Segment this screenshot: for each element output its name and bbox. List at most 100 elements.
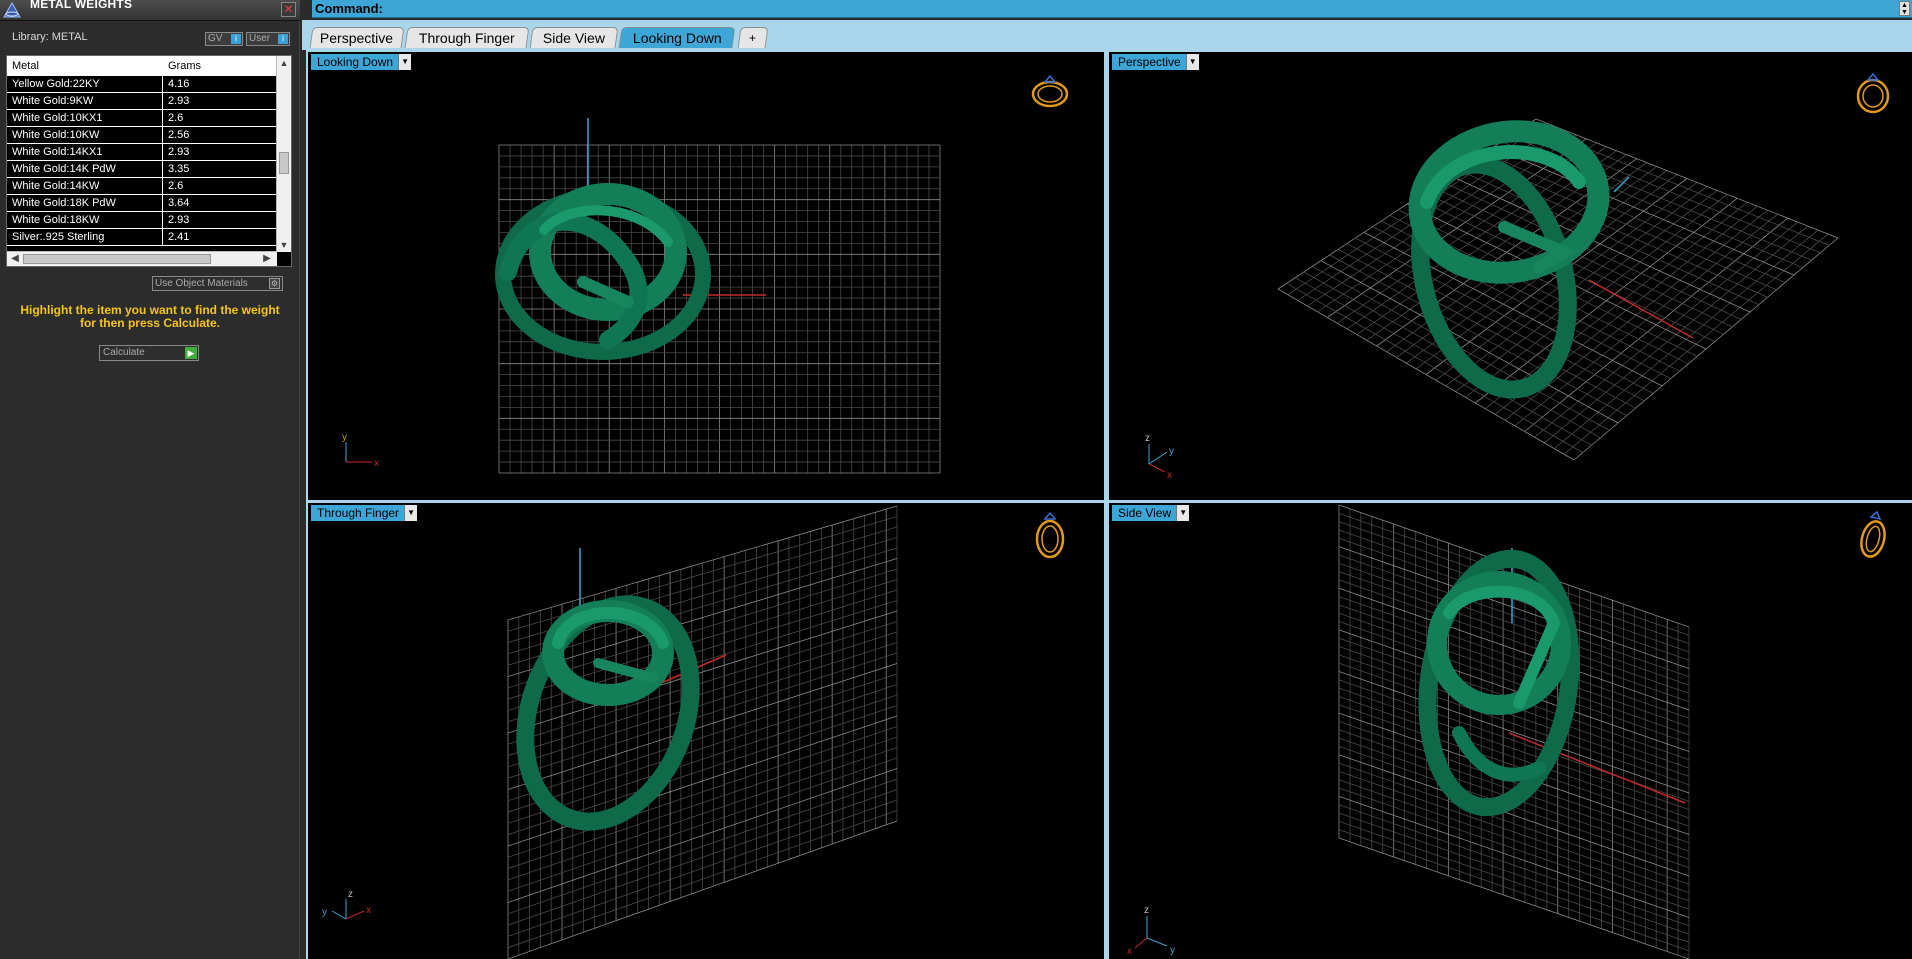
- viewport-looking-down[interactable]: Looking Down ▼ y x: [308, 52, 1104, 500]
- axis-label-x: x: [374, 458, 379, 469]
- scrollbar-thumb[interactable]: [23, 254, 211, 264]
- metal-name: White Gold:10KX1: [12, 112, 103, 124]
- table-row[interactable]: White Gold:10KX1 2.6: [7, 110, 277, 127]
- instruction-text: Highlight the item you want to find the …: [20, 303, 280, 330]
- axis-triad: z x y: [1127, 905, 1175, 957]
- viewport-label[interactable]: Perspective ▼: [1112, 54, 1199, 70]
- gv-button-label: GV: [208, 33, 223, 44]
- table-header: Metal Grams: [7, 56, 277, 76]
- viewport-perspective[interactable]: Perspective ▼ z y x: [1109, 52, 1912, 500]
- vertical-scrollbar[interactable]: ▲ ▼: [276, 56, 291, 252]
- metal-grams: 4.16: [168, 78, 190, 90]
- column-divider: [162, 76, 163, 93]
- use-object-materials-toggle[interactable]: Use Object Materials ⚙: [152, 276, 283, 291]
- column-divider: [162, 229, 163, 246]
- metal-name: White Gold:18K PdW: [12, 197, 116, 209]
- viewport-side-view[interactable]: Side View ▼ z x y: [1109, 503, 1912, 959]
- horizontal-scrollbar[interactable]: ◀ ▶: [7, 251, 277, 266]
- panel-titlebar: METAL WEIGHTS ✕: [0, 0, 300, 21]
- add-tab-button[interactable]: +: [737, 27, 769, 48]
- app-window: METAL WEIGHTS ✕ Library: METAL GV i User…: [0, 0, 1912, 959]
- viewport-through-finger[interactable]: Through Finger ▼ z y x: [308, 503, 1104, 959]
- metal-table: Metal Grams Yellow Gold:22KY 4.16 White Go…: [6, 55, 292, 267]
- app-logo-icon: [3, 1, 21, 18]
- ring-view-icon[interactable]: [1858, 510, 1889, 559]
- axis-label-z: z: [1144, 905, 1149, 916]
- table-row[interactable]: White Gold:14K PdW 3.35: [7, 161, 277, 178]
- gv-button[interactable]: GV i: [205, 32, 243, 46]
- tab-label: Looking Down: [632, 30, 722, 46]
- axis-label-y: y: [1170, 945, 1175, 956]
- metal-grams: 2.93: [168, 146, 190, 158]
- tab-side-view[interactable]: Side View: [529, 27, 619, 48]
- metal-grams: 2.93: [168, 214, 190, 226]
- plus-icon: +: [749, 31, 757, 45]
- dropdown-icon[interactable]: ▼: [404, 505, 418, 521]
- viewport-canvas: y x: [342, 74, 1069, 474]
- dropdown-icon[interactable]: ▼: [1185, 54, 1199, 70]
- viewport-label-text: Looking Down: [317, 55, 394, 69]
- table-row[interactable]: Silver:.925 Sterling 2.41: [7, 229, 277, 246]
- metal-name: White Gold:18KW: [12, 214, 100, 226]
- tab-label: Through Finger: [419, 30, 515, 46]
- table-row[interactable]: Yellow Gold:22KY 4.16: [7, 76, 277, 93]
- info-icon: i: [278, 34, 288, 44]
- axis-label-y: y: [322, 907, 327, 918]
- table-row[interactable]: White Gold:14KW 2.6: [7, 178, 277, 195]
- use-object-materials-label: Use Object Materials: [155, 278, 248, 289]
- ring-model: [495, 183, 711, 360]
- viewport-area: Looking Down ▼ y x Perspective ▼ z y x T…: [306, 50, 1912, 959]
- column-divider: [162, 127, 163, 144]
- scroll-left-icon[interactable]: ◀: [9, 253, 21, 265]
- table-row[interactable]: White Gold:18K PdW 3.64: [7, 195, 277, 212]
- user-button-label: User: [249, 33, 271, 44]
- command-bar[interactable]: Command: ▲ ▼: [312, 0, 1912, 18]
- column-divider: [162, 178, 163, 195]
- dropdown-icon[interactable]: ▼: [398, 54, 412, 70]
- view-tab-bar: Perspective Through Finger Side View Loo…: [302, 20, 1912, 50]
- checkbox-icon[interactable]: ⚙: [269, 278, 280, 289]
- panel-title: METAL WEIGHTS: [30, 0, 133, 11]
- dropdown-icon[interactable]: ▼: [1176, 505, 1190, 521]
- metal-weights-panel: METAL WEIGHTS ✕ Library: METAL GV i User…: [0, 0, 300, 959]
- table-row[interactable]: White Gold:10KW 2.56: [7, 127, 277, 144]
- viewport-canvas: z y x: [322, 505, 1065, 959]
- calculate-label: Calculate: [103, 347, 145, 358]
- tab-perspective[interactable]: Perspective: [309, 27, 405, 48]
- user-button[interactable]: User i: [246, 32, 290, 46]
- table-row[interactable]: White Gold:9KW 2.93: [7, 93, 277, 110]
- viewport-canvas: z x y: [1127, 504, 1889, 959]
- column-divider: [162, 195, 163, 212]
- viewport-label[interactable]: Through Finger ▼: [311, 505, 418, 521]
- viewport-label[interactable]: Side View ▼: [1112, 505, 1190, 521]
- ring-view-icon[interactable]: [1035, 511, 1065, 559]
- column-header-grams[interactable]: Grams: [168, 60, 201, 72]
- column-divider: [162, 93, 163, 110]
- metal-name: White Gold:9KW: [12, 95, 94, 107]
- tab-looking-down[interactable]: Looking Down: [618, 27, 736, 48]
- metal-name: White Gold:14K PdW: [12, 163, 116, 175]
- table-row[interactable]: White Gold:18KW 2.93: [7, 212, 277, 229]
- ring-view-icon[interactable]: [1856, 72, 1890, 114]
- axis-triad: z y x: [1145, 433, 1174, 481]
- scroll-right-icon[interactable]: ▶: [261, 253, 273, 265]
- close-icon[interactable]: ✕: [281, 2, 296, 17]
- metal-grams: 2.56: [168, 129, 190, 141]
- scroll-down-icon[interactable]: ▼: [279, 240, 289, 250]
- metal-grams: 2.93: [168, 95, 190, 107]
- ring-view-icon[interactable]: [1031, 74, 1069, 108]
- scroll-up-icon[interactable]: ▲: [279, 58, 289, 68]
- scrollbar-thumb[interactable]: [279, 152, 289, 174]
- calculate-button[interactable]: Calculate ▶: [99, 345, 199, 361]
- metal-name: White Gold:10KW: [12, 129, 100, 141]
- tab-label: Side View: [542, 30, 605, 46]
- play-icon: ▶: [185, 347, 197, 359]
- command-scroll-icon[interactable]: ▲ ▼: [1899, 1, 1910, 16]
- column-header-metal[interactable]: Metal: [12, 60, 39, 72]
- viewport-label[interactable]: Looking Down ▼: [311, 54, 412, 70]
- table-row[interactable]: White Gold:14KX1 2.93: [7, 144, 277, 161]
- tab-through-finger[interactable]: Through Finger: [404, 27, 530, 48]
- axis-label-x: x: [1127, 946, 1132, 957]
- column-divider: [162, 161, 163, 178]
- metal-name: Silver:.925 Sterling: [12, 231, 105, 243]
